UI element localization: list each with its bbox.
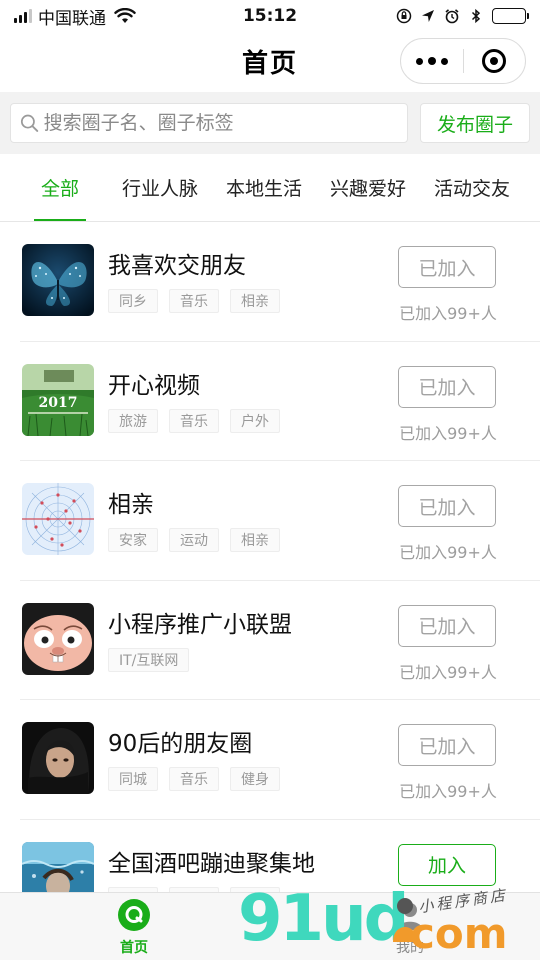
bottom-tab-bar: 首页 我的 [0, 892, 540, 960]
cartoon-face-image [22, 602, 94, 675]
category-tabs: 全部 行业人脉 本地生活 兴趣爱好 活动交友 [0, 154, 540, 222]
pattern-image [22, 483, 94, 555]
circle-title: 开心视频 [108, 372, 200, 399]
tab-activities-friends[interactable]: 活动交友 [434, 154, 510, 221]
list-item[interactable]: 小程序推广小联盟 IT/互联网 已加入 已加入99+人 [20, 581, 540, 700]
list-item[interactable]: 我喜欢交朋友 同乡 音乐 相亲 已加入 已加入99+人 [20, 222, 540, 342]
member-count: 已加入99+人 [399, 782, 497, 801]
alarm-icon [445, 9, 459, 24]
member-count: 已加入99+人 [399, 662, 497, 682]
more-dots-icon [415, 57, 423, 65]
tabbar-item-mine[interactable]: 我的 [372, 897, 448, 957]
circle-tag: 安家 [108, 528, 158, 552]
joined-button[interactable]: 已加入 [398, 604, 496, 647]
tab-all[interactable]: 全部 [34, 154, 86, 221]
search-input[interactable] [43, 112, 399, 134]
status-time: 15:12 [242, 6, 298, 26]
circle-title: 相亲 [108, 492, 154, 518]
tabbar-label-home: 首页 [120, 940, 148, 956]
circle-tag: 相亲 [230, 289, 280, 313]
circle-tag: 音乐 [169, 767, 219, 791]
status-bar: 中国联通 15:12 [0, 0, 540, 32]
circle-tag: 健身 [230, 767, 280, 791]
member-count: 已加入99+人 [399, 423, 497, 443]
list-item[interactable]: 全国酒吧蹦迪聚集地 加入 [20, 820, 540, 892]
tab-industry-network[interactable]: 行业人脉 [122, 154, 198, 221]
circle-tag: 音乐 [169, 408, 219, 433]
joined-button[interactable]: 已加入 [398, 724, 496, 766]
signal-icon [14, 9, 32, 23]
carrier-name: 中国联通 [38, 8, 106, 29]
member-count: 已加入99+人 [399, 304, 497, 323]
location-arrow-icon [422, 10, 434, 22]
circle-list: 我喜欢交朋友 同乡 音乐 相亲 已加入 已加入99+人 2017 开心视频 旅游… [0, 222, 540, 892]
battery-icon [492, 8, 529, 24]
wifi-icon [114, 8, 136, 23]
search-box [10, 103, 408, 143]
joined-button[interactable]: 已加入 [398, 365, 496, 408]
circle-tag: 同城 [108, 767, 158, 791]
joined-button[interactable]: 已加入 [398, 246, 496, 288]
portrait-image [22, 722, 94, 794]
circle-tag: 相亲 [230, 528, 280, 552]
bluetooth-icon [471, 8, 481, 24]
search-bar-area: 发布圈子 [0, 92, 540, 154]
join-button[interactable]: 加入 [398, 843, 496, 886]
grass-2017-image: 2017 [22, 363, 94, 436]
nav-bar: 首页 [0, 32, 540, 90]
joined-button[interactable]: 已加入 [398, 485, 496, 527]
orientation-lock-icon [396, 8, 412, 24]
thumb-year-text: 2017 [39, 395, 78, 411]
circle-tag: 运动 [169, 528, 219, 552]
list-item[interactable]: 相亲 安家 运动 相亲 已加入 已加入99+人 [20, 461, 540, 581]
tag-list: 同乡 音乐 相亲 [108, 289, 280, 313]
tabbar-label-mine: 我的 [396, 940, 424, 956]
user-icon [397, 903, 423, 930]
underwater-image [22, 841, 94, 892]
mini-program-capsule [400, 38, 526, 84]
tag-list: 旅游 音乐 户外 [108, 408, 280, 433]
publish-circle-button[interactable]: 发布圈子 [420, 103, 530, 143]
circle-tag: IT/互联网 [108, 647, 190, 672]
tabbar-item-home[interactable]: 首页 [96, 897, 172, 957]
tag-list: IT/互联网 [108, 647, 190, 672]
member-count: 已加入99+人 [399, 543, 497, 562]
close-target-icon [482, 49, 507, 73]
circle-title: 小程序推广小联盟 [108, 611, 292, 638]
list-item[interactable]: 2017 开心视频 旅游 音乐 户外 已加入 已加入99+人 [20, 342, 540, 461]
more-options-button[interactable] [401, 39, 463, 83]
tab-local-life[interactable]: 本地生活 [226, 154, 302, 221]
circle-tag: 旅游 [108, 408, 158, 433]
circle-tag: 户外 [230, 408, 280, 433]
tab-hobbies[interactable]: 兴趣爱好 [330, 154, 406, 221]
circle-title: 90后的朋友圈 [108, 731, 253, 757]
list-item[interactable]: 90后的朋友圈 同城 音乐 健身 已加入 已加入99+人 [20, 700, 540, 820]
tag-list: 安家 运动 相亲 [108, 528, 280, 552]
tag-list: 同城 音乐 健身 [108, 767, 280, 791]
circle-tag: 音乐 [169, 289, 219, 313]
circle-tag: 同乡 [108, 289, 158, 313]
home-circle-icon [118, 899, 150, 931]
butterfly-image [22, 244, 94, 316]
circle-title: 我喜欢交朋友 [108, 253, 246, 279]
close-mini-program-button[interactable] [464, 39, 526, 83]
search-icon [20, 114, 39, 132]
page-title: 首页 [241, 48, 298, 79]
circle-title: 全国酒吧蹦迪聚集地 [108, 850, 315, 877]
